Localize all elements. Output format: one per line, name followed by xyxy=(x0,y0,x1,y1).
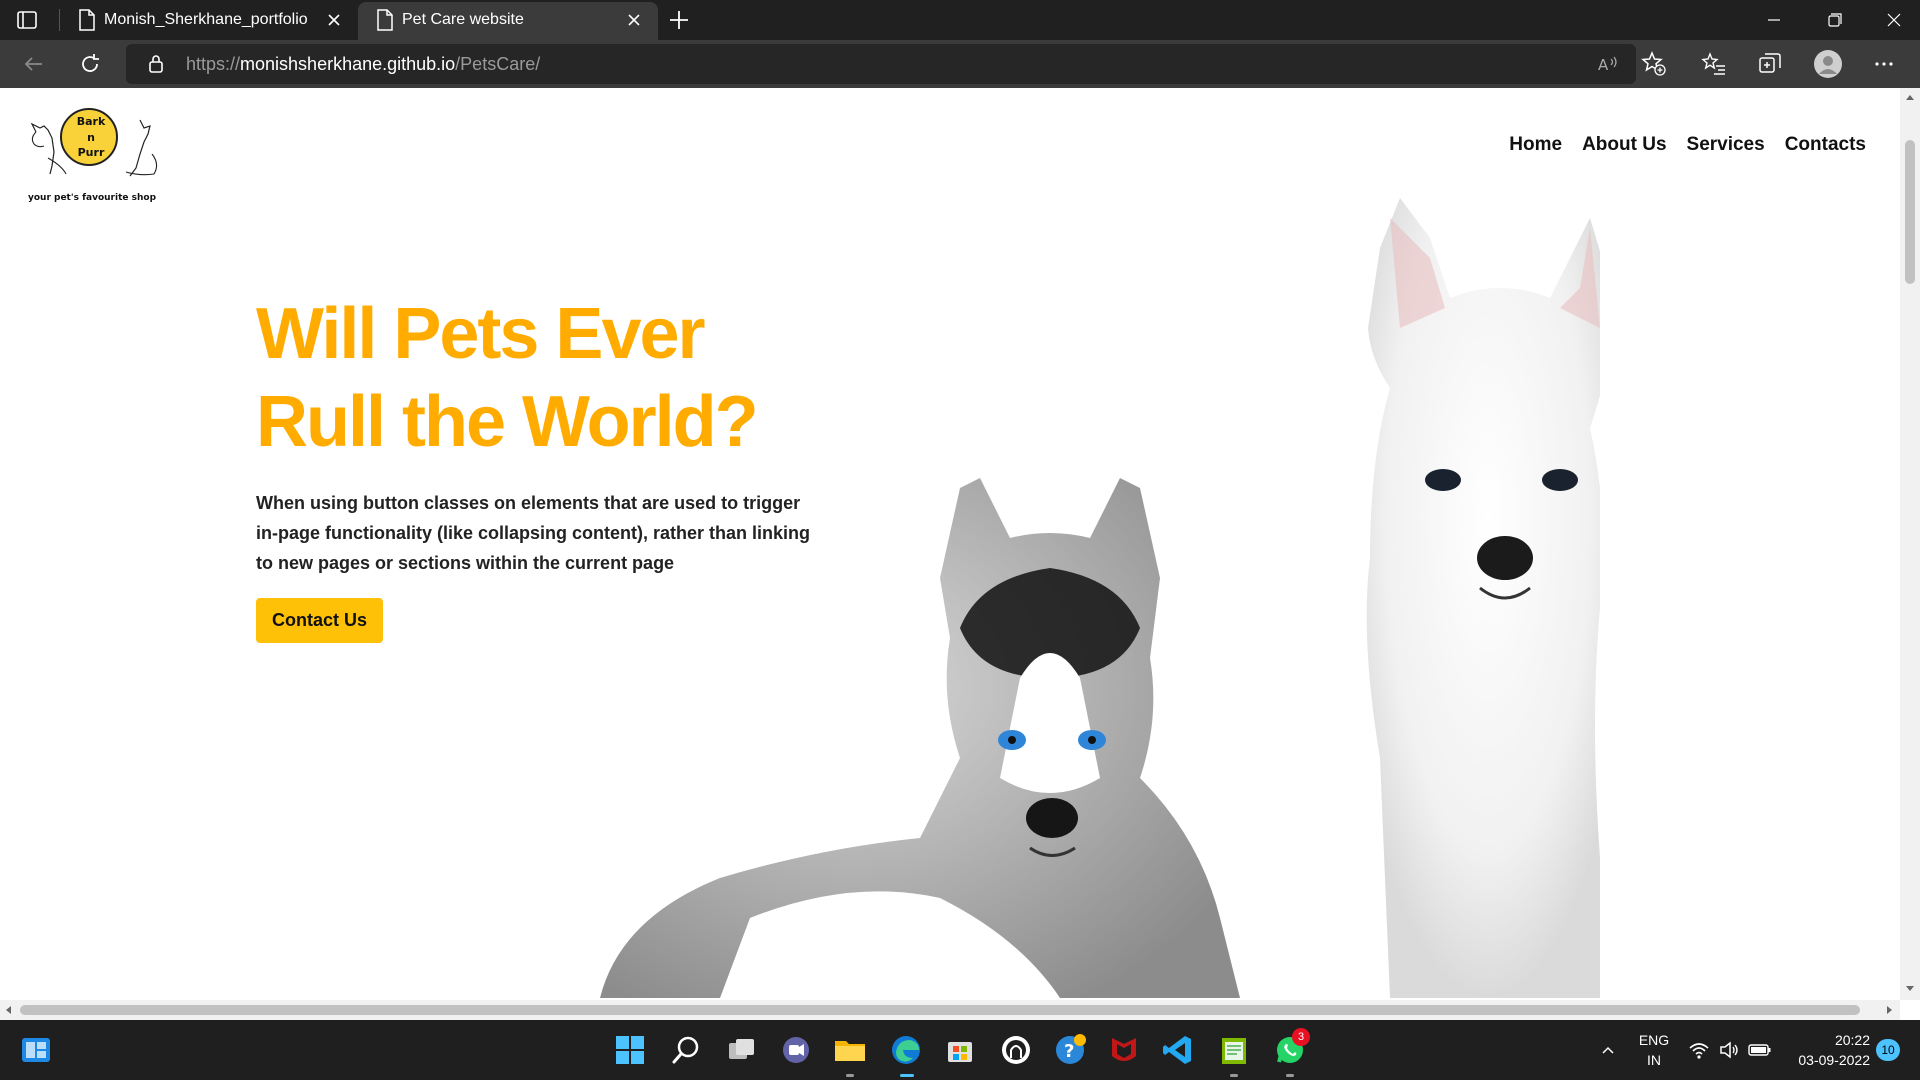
address-bar[interactable]: https://monishsherkhane.github.io/PetsCa… xyxy=(126,44,1636,84)
nav-about-us[interactable]: About Us xyxy=(1582,134,1666,156)
hero-section: Will Pets Ever Rull the World? When usin… xyxy=(256,290,816,643)
active-indicator xyxy=(900,1074,914,1077)
clock[interactable]: 20:22 03-09-2022 xyxy=(1780,1030,1870,1070)
store-icon[interactable] xyxy=(942,1032,978,1068)
reload-icon[interactable] xyxy=(76,50,104,78)
url-scheme: https:// xyxy=(186,54,241,74)
language-code: ENG xyxy=(1638,1032,1670,1048)
language-indicator[interactable]: ENG IN xyxy=(1636,1030,1672,1070)
chevron-up-icon[interactable] xyxy=(1600,1042,1616,1058)
scroll-up-icon[interactable] xyxy=(1904,92,1916,102)
window-close-icon[interactable] xyxy=(1866,0,1920,40)
favorites-icon[interactable] xyxy=(1700,50,1728,78)
windows-taskbar: ? 3 ENG IN 20:22 03-09-2022 10 xyxy=(0,1020,1920,1080)
start-icon[interactable] xyxy=(612,1032,648,1068)
svg-text:?: ? xyxy=(1064,1041,1074,1062)
horizontal-scrollbar[interactable] xyxy=(0,1000,1900,1020)
close-icon[interactable] xyxy=(624,10,644,30)
running-indicator xyxy=(846,1074,854,1077)
teams-chat-icon[interactable] xyxy=(778,1032,814,1068)
scroll-left-icon[interactable] xyxy=(4,1005,14,1015)
volume-icon[interactable] xyxy=(1718,1040,1740,1060)
notepad-icon[interactable] xyxy=(1216,1032,1252,1068)
logo-word-bark: Bark xyxy=(76,115,106,128)
site-navigation: Home About Us Services Contacts xyxy=(1509,134,1866,156)
horizontal-scroll-thumb[interactable] xyxy=(20,1005,1860,1015)
url-path: /PetsCare/ xyxy=(455,54,541,74)
back-arrow-icon[interactable] xyxy=(20,50,48,78)
running-indicator xyxy=(1286,1074,1294,1077)
site-logo[interactable]: Bark n Purr your pet's favourite shop xyxy=(22,106,162,206)
edge-icon[interactable] xyxy=(888,1032,924,1068)
logo-word-purr: Purr xyxy=(77,146,105,159)
hero-description: When using button classes on elements th… xyxy=(256,493,811,573)
scroll-down-icon[interactable] xyxy=(1904,984,1916,994)
read-aloud-icon[interactable]: A xyxy=(1594,50,1622,78)
svg-text:A: A xyxy=(1598,56,1609,74)
help-icon[interactable]: ? xyxy=(1052,1032,1088,1068)
vscode-icon[interactable] xyxy=(1160,1032,1196,1068)
nav-home[interactable]: Home xyxy=(1509,134,1562,156)
region-code: IN xyxy=(1647,1052,1661,1068)
widgets-icon[interactable] xyxy=(18,1032,54,1068)
scroll-right-icon[interactable] xyxy=(1884,1005,1894,1015)
logo-badge: Bark n Purr xyxy=(60,108,118,166)
vertical-scrollbar[interactable] xyxy=(1900,88,1920,1000)
tab-actions-icon[interactable] xyxy=(16,9,38,31)
browser-tab-bar: Monish_Sherkhane_portfolio Pet Care webs… xyxy=(0,0,1920,40)
tab-pet-care[interactable]: Pet Care website xyxy=(358,2,658,40)
more-options-icon[interactable] xyxy=(1870,50,1898,78)
whatsapp-unread-badge: 3 xyxy=(1292,1028,1310,1046)
page-viewport: Bark n Purr your pet's favourite shop Ho… xyxy=(0,88,1900,1000)
github-icon[interactable] xyxy=(998,1032,1034,1068)
task-view-icon[interactable] xyxy=(724,1032,760,1068)
lock-icon[interactable] xyxy=(148,54,164,74)
tab-portfolio[interactable]: Monish_Sherkhane_portfolio xyxy=(60,0,358,40)
search-icon[interactable] xyxy=(668,1032,704,1068)
new-tab-icon[interactable] xyxy=(667,8,691,32)
running-indicator xyxy=(1230,1074,1238,1077)
hero-title: Will Pets Ever Rull the World? xyxy=(256,294,759,462)
browser-toolbar: https://monishsherkhane.github.io/PetsCa… xyxy=(0,40,1920,88)
collections-icon[interactable] xyxy=(1756,50,1784,78)
profile-avatar-icon[interactable] xyxy=(1813,49,1843,79)
wifi-icon[interactable] xyxy=(1688,1040,1710,1060)
restore-icon[interactable] xyxy=(1806,0,1862,40)
contact-us-button[interactable]: Contact Us xyxy=(256,598,384,643)
file-explorer-icon[interactable] xyxy=(832,1032,868,1068)
nav-services[interactable]: Services xyxy=(1687,134,1765,156)
vertical-scroll-thumb[interactable] xyxy=(1905,140,1915,284)
url-text[interactable]: https://monishsherkhane.github.io/PetsCa… xyxy=(186,54,540,75)
battery-icon[interactable] xyxy=(1748,1042,1772,1058)
add-favorite-icon[interactable] xyxy=(1640,50,1668,78)
logo-tagline: your pet's favourite shop xyxy=(27,193,157,203)
tab-title: Pet Care website xyxy=(402,11,524,28)
clock-time: 20:22 xyxy=(1834,1032,1870,1048)
url-host: monishsherkhane.github.io xyxy=(240,54,456,74)
nav-contacts[interactable]: Contacts xyxy=(1785,134,1866,156)
logo-word-n: n xyxy=(87,131,95,144)
minimize-icon[interactable] xyxy=(1746,0,1802,40)
page-icon xyxy=(79,9,95,31)
mcafee-icon[interactable] xyxy=(1106,1032,1142,1068)
notification-count-badge[interactable]: 10 xyxy=(1876,1039,1900,1061)
clock-date: 03-09-2022 xyxy=(1798,1052,1870,1068)
tab-title: Monish_Sherkhane_portfolio xyxy=(104,11,308,28)
close-icon[interactable] xyxy=(324,10,344,30)
page-icon xyxy=(377,9,393,31)
